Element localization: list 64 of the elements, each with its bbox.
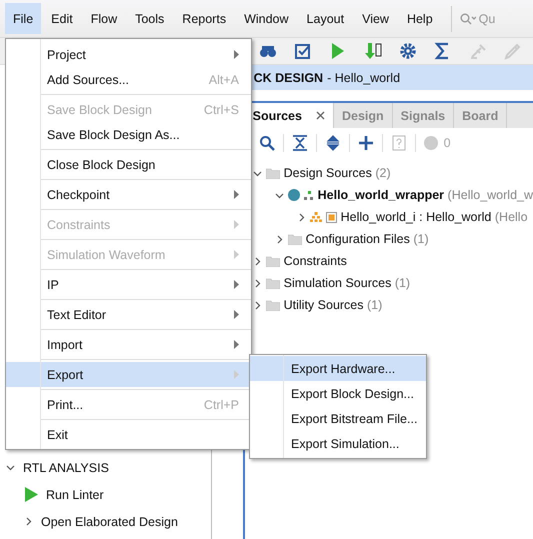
menu-entry[interactable]: Checkpoint: [6, 182, 251, 207]
run-icon: [24, 487, 38, 502]
tree-item-label[interactable]: Constraints: [284, 254, 347, 268]
folder-icon: [266, 168, 280, 178]
flow-navigator-item[interactable]: Open Elaborated Design: [41, 514, 178, 528]
menu-entry[interactable]: Add Sources... Alt+A: [6, 67, 251, 92]
section-heading: RTL ANALYSIS: [23, 460, 109, 474]
menu-entry[interactable]: Export Simulation...: [250, 431, 426, 456]
menu-entry[interactable]: Export Hardware...: [250, 356, 426, 381]
tree-item-label[interactable]: Hello_world_i : Hello_world (Hello: [340, 210, 528, 224]
menu-entry[interactable]: Export Block Design...: [250, 381, 426, 406]
search-icon[interactable]: [258, 135, 275, 151]
tree-item-label[interactable]: Utility Sources (1): [284, 298, 382, 312]
hierarchy-icon: [310, 212, 322, 222]
expand-chevron-icon[interactable]: [252, 278, 262, 288]
menu-item[interactable]: Reports: [174, 3, 234, 34]
menu-entry[interactable]: Import: [6, 332, 251, 357]
expand-chevron-icon[interactable]: [274, 234, 284, 244]
close-icon[interactable]: [316, 111, 325, 120]
chevron-icon[interactable]: [6, 463, 15, 472]
menu-item[interactable]: Window: [236, 3, 297, 34]
menu-entry[interactable]: IP: [6, 272, 251, 297]
menu-item[interactable]: File: [5, 3, 42, 34]
expand-chevron-icon[interactable]: [252, 300, 262, 310]
menu-item[interactable]: Layout: [298, 3, 352, 34]
folder-icon: [266, 278, 280, 288]
folder-icon: [266, 300, 280, 310]
flow-navigator-item[interactable]: Run Linter: [46, 488, 104, 502]
hierarchy-icon: [304, 190, 314, 200]
menu-entry[interactable]: Export Bitstream File...: [250, 406, 426, 431]
folder-icon: [266, 256, 280, 266]
expand-chevron-icon[interactable]: [252, 256, 262, 266]
menu-entry[interactable]: Exit: [6, 422, 251, 447]
tree-item-label[interactable]: Configuration Files (1): [306, 232, 429, 246]
search-icon: [460, 12, 476, 24]
status-dot-icon: [288, 189, 300, 201]
menu-item[interactable]: View: [354, 3, 397, 34]
settings-icon[interactable]: [398, 42, 418, 60]
expand-all-icon[interactable]: [324, 135, 341, 151]
menu-entry[interactable]: Close Block Design: [6, 152, 251, 177]
collapse-all-icon[interactable]: [292, 135, 308, 151]
folder-icon: [288, 234, 302, 244]
tree-item-label[interactable]: Simulation Sources (1): [284, 276, 410, 290]
tree-item-label[interactable]: Hello_world_wrapper (Hello_world_w: [318, 188, 533, 202]
expand-chevron-icon[interactable]: [296, 212, 306, 222]
menu-item[interactable]: Edit: [43, 3, 81, 34]
message-icon: [424, 136, 438, 150]
menu-item[interactable]: Flow: [82, 3, 126, 34]
tree-item-label[interactable]: Design Sources (2): [284, 166, 391, 180]
expand-chevron-icon[interactable]: [24, 517, 33, 526]
check-icon[interactable]: [293, 42, 313, 60]
menu-entry[interactable]: Export: [6, 362, 251, 387]
menu-item[interactable]: Tools: [127, 3, 172, 34]
collapse-chevron-icon[interactable]: [274, 190, 284, 200]
add-icon[interactable]: [358, 135, 374, 151]
message-count: 0: [444, 136, 451, 150]
menu-entry[interactable]: Print... Ctrl+P: [6, 392, 251, 417]
diagram-title: CK DESIGN: [254, 70, 324, 84]
menu-entry[interactable]: Text Editor: [6, 302, 251, 327]
project-name: - Hello_world: [327, 70, 400, 84]
menu-item[interactable]: Help: [398, 3, 441, 34]
collapse-chevron-icon[interactable]: [252, 168, 262, 178]
block-icon: [326, 212, 337, 222]
download-icon[interactable]: [363, 42, 383, 60]
